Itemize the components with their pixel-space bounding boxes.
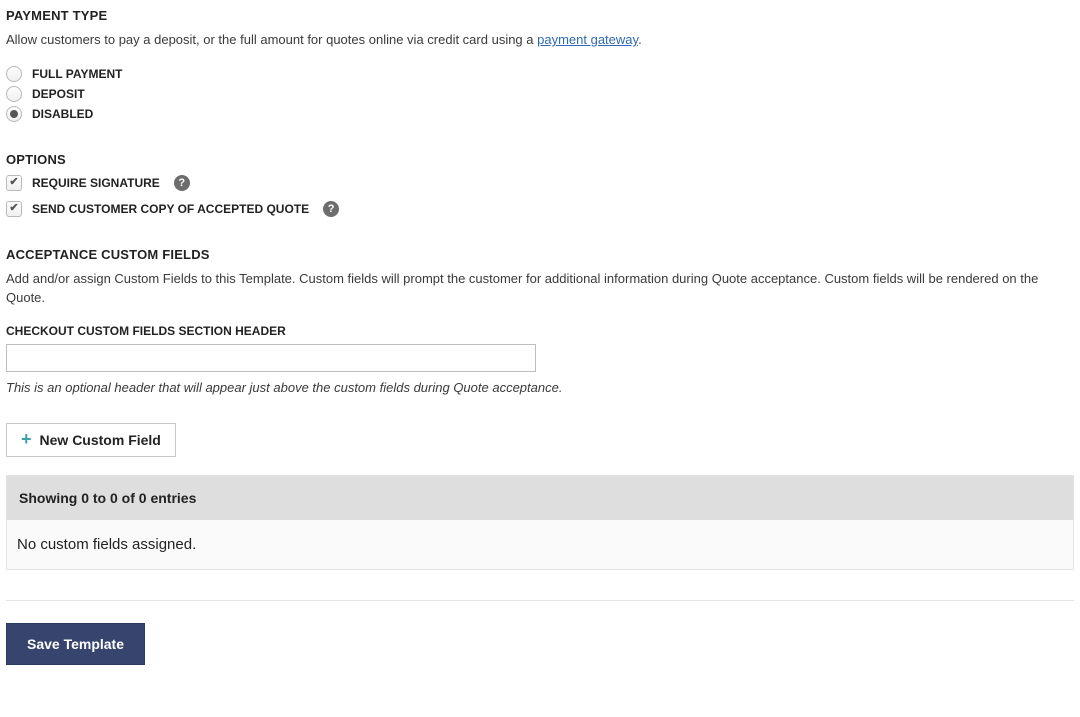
checkout-header-help: This is an optional header that will app… <box>6 380 1074 395</box>
options-title: OPTIONS <box>6 152 1074 167</box>
option-require-signature[interactable]: ✔ REQUIRE SIGNATURE ? <box>6 175 1074 191</box>
payment-option-full[interactable]: FULL PAYMENT <box>6 66 1074 82</box>
require-signature-label: REQUIRE SIGNATURE <box>32 176 160 190</box>
plus-icon: + <box>21 435 32 444</box>
custom-fields-title: ACCEPTANCE CUSTOM FIELDS <box>6 247 1074 262</box>
payment-option-full-label: FULL PAYMENT <box>32 67 122 81</box>
help-icon[interactable]: ? <box>323 201 339 217</box>
payment-desc-suffix: . <box>638 32 642 47</box>
table-summary: Showing 0 to 0 of 0 entries <box>7 476 1073 520</box>
check-mark-icon: ✔ <box>9 177 18 188</box>
radio-dot-icon <box>10 110 18 118</box>
payment-gateway-link[interactable]: payment gateway <box>537 32 638 47</box>
payment-type-desc: Allow customers to pay a deposit, or the… <box>6 31 1074 50</box>
radio-icon <box>6 106 22 122</box>
check-mark-icon: ✔ <box>9 203 18 214</box>
custom-fields-desc: Add and/or assign Custom Fields to this … <box>6 270 1074 308</box>
new-custom-field-label: New Custom Field <box>40 432 161 448</box>
checkbox-icon: ✔ <box>6 201 22 217</box>
options-section: OPTIONS ✔ REQUIRE SIGNATURE ? ✔ SEND CUS… <box>6 152 1074 217</box>
payment-option-disabled-label: DISABLED <box>32 107 93 121</box>
checkout-header-input[interactable] <box>6 344 536 372</box>
new-custom-field-button[interactable]: + New Custom Field <box>6 423 176 457</box>
radio-icon <box>6 86 22 102</box>
payment-type-title: PAYMENT TYPE <box>6 8 1074 23</box>
option-send-customer-copy[interactable]: ✔ SEND CUSTOMER COPY OF ACCEPTED QUOTE ? <box>6 201 1074 217</box>
radio-icon <box>6 66 22 82</box>
payment-option-disabled[interactable]: DISABLED <box>6 106 1074 122</box>
checkbox-icon: ✔ <box>6 175 22 191</box>
custom-fields-section: ACCEPTANCE CUSTOM FIELDS Add and/or assi… <box>6 247 1074 570</box>
payment-type-section: PAYMENT TYPE Allow customers to pay a de… <box>6 8 1074 122</box>
payment-option-deposit-label: DEPOSIT <box>32 87 85 101</box>
send-copy-label: SEND CUSTOMER COPY OF ACCEPTED QUOTE <box>32 202 309 216</box>
table-empty-message: No custom fields assigned. <box>7 520 1073 569</box>
checkout-header-label: CHECKOUT CUSTOM FIELDS SECTION HEADER <box>6 324 1074 338</box>
payment-desc-prefix: Allow customers to pay a deposit, or the… <box>6 32 537 47</box>
divider <box>6 600 1074 601</box>
save-template-button[interactable]: Save Template <box>6 623 145 665</box>
payment-option-deposit[interactable]: DEPOSIT <box>6 86 1074 102</box>
custom-fields-table: Showing 0 to 0 of 0 entries No custom fi… <box>6 475 1074 570</box>
help-icon[interactable]: ? <box>174 175 190 191</box>
